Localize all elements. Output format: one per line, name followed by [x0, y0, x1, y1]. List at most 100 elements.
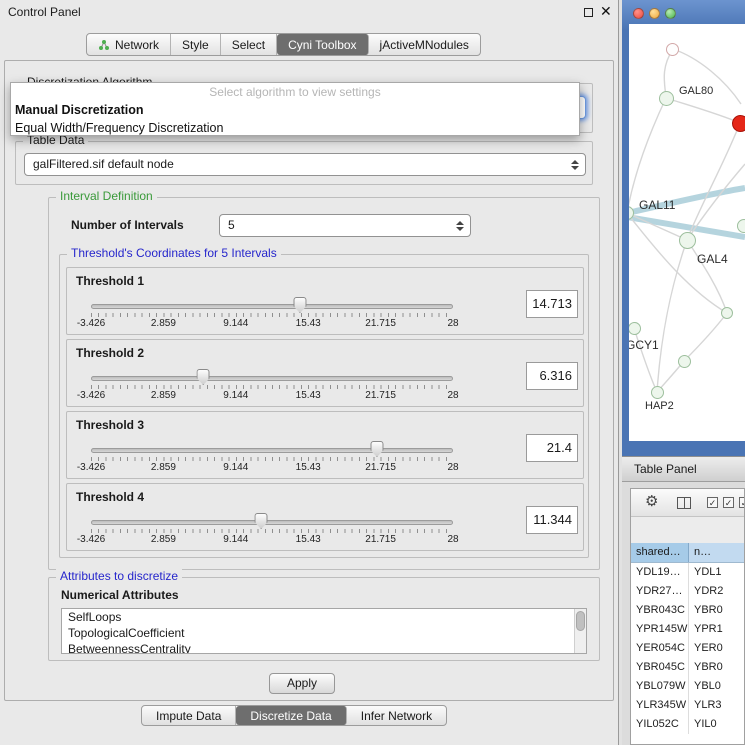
checkbox-icon[interactable]: ✓: [707, 497, 718, 508]
slider-track[interactable]: [91, 376, 453, 381]
cell[interactable]: YDL1: [689, 563, 744, 582]
list-scrollbar[interactable]: [574, 609, 586, 653]
tick-label: 28: [447, 462, 458, 473]
algorithm-dropdown-popup: Select algorithm to view settings Manual…: [10, 82, 580, 136]
cell[interactable]: YER0: [689, 639, 744, 658]
network-canvas[interactable]: GAL80 GAL11 GAL4 GCY1 HAP2: [629, 24, 745, 441]
list-item[interactable]: BetweennessCentrality: [62, 641, 586, 654]
tab-network[interactable]: Network: [87, 34, 171, 55]
column-header-name[interactable]: n…: [689, 543, 744, 562]
network-node-hap2[interactable]: [651, 386, 664, 399]
float-window-icon[interactable]: [584, 8, 593, 17]
cell[interactable]: YLR345W: [631, 696, 689, 715]
network-node[interactable]: [666, 43, 679, 56]
table-row[interactable]: YDR27…YDR2: [631, 582, 744, 601]
cyni-toolbox-content: Discretization Algorithm Table Data galF…: [4, 60, 614, 701]
table-panel-title: Table Panel: [622, 456, 745, 482]
slider-thumb[interactable]: [197, 369, 210, 385]
number-of-intervals-combo[interactable]: 5: [219, 214, 471, 237]
slider-track[interactable]: [91, 520, 453, 525]
slider-track[interactable]: [91, 448, 453, 453]
cell[interactable]: YDR27…: [631, 582, 689, 601]
table-row[interactable]: YBL079WYBL0: [631, 677, 744, 696]
slider-track[interactable]: [91, 304, 453, 309]
table-row[interactable]: YER054CYER0: [631, 639, 744, 658]
network-node-gal80[interactable]: [659, 91, 674, 106]
cell[interactable]: YBR043C: [631, 601, 689, 620]
cell[interactable]: YBR0: [689, 658, 744, 677]
threshold-3-slider[interactable]: -3.426 2.859 9.144 15.43 21.715 28: [91, 445, 453, 477]
slider-thumb[interactable]: [293, 297, 306, 313]
columns-icon[interactable]: [677, 497, 691, 509]
threshold-2-slider[interactable]: -3.426 2.859 9.144 15.43 21.715 28: [91, 373, 453, 405]
network-node[interactable]: [737, 219, 745, 233]
tab-cyni-toolbox[interactable]: Cyni Toolbox: [277, 34, 368, 55]
slider-ticks: [91, 529, 453, 533]
tab-jactivemnodules[interactable]: jActiveMNodules: [369, 34, 480, 55]
numerical-attributes-list[interactable]: SelfLoops TopologicalCoefficient Between…: [61, 608, 587, 654]
gear-icon[interactable]: ⚙: [645, 493, 658, 511]
threshold-2-value-field[interactable]: 6.316: [526, 362, 578, 390]
close-icon[interactable]: ✕: [600, 3, 612, 20]
tick-label: 28: [447, 534, 458, 545]
dropdown-option-equal-width[interactable]: Equal Width/Frequency Discretization: [11, 119, 579, 137]
tab-discretize-data[interactable]: Discretize Data: [236, 706, 346, 725]
cell[interactable]: YBR045C: [631, 658, 689, 677]
cell[interactable]: YDL19…: [631, 563, 689, 582]
slider-thumb[interactable]: [255, 513, 268, 529]
tick-label: 2.859: [151, 534, 176, 545]
cell[interactable]: YIL052C: [631, 715, 689, 734]
checkbox-icon[interactable]: ✓: [739, 497, 745, 508]
table-row[interactable]: YPR145WYPR1: [631, 620, 744, 639]
threshold-1-label: Threshold 1: [76, 274, 144, 288]
tab-select[interactable]: Select: [221, 34, 277, 55]
table-row[interactable]: YDL19…YDL1: [631, 563, 744, 582]
cell[interactable]: YBR0: [689, 601, 744, 620]
network-view-window: GAL80 GAL11 GAL4 GCY1 HAP2: [622, 0, 745, 456]
threshold-4-value-field[interactable]: 11.344: [526, 506, 578, 534]
threshold-1-value-field[interactable]: 14.713: [526, 290, 578, 318]
scrollbar-thumb[interactable]: [576, 611, 585, 631]
checkbox-icon[interactable]: ✓: [723, 497, 734, 508]
threshold-4-slider[interactable]: -3.426 2.859 9.144 15.43 21.715 28: [91, 517, 453, 549]
list-item[interactable]: SelfLoops: [62, 609, 586, 625]
network-node[interactable]: [678, 355, 691, 368]
slider-tick-labels: -3.426 2.859 9.144 15.43 21.715 28: [91, 318, 453, 330]
threshold-1-slider[interactable]: -3.426 2.859 9.144 15.43 21.715 28: [91, 301, 453, 333]
list-item[interactable]: TopologicalCoefficient: [62, 625, 586, 641]
cell[interactable]: YBL0: [689, 677, 744, 696]
threshold-3-value-field[interactable]: 21.4: [526, 434, 578, 462]
cell[interactable]: YPR145W: [631, 620, 689, 639]
panel-title: Control Panel: [8, 5, 81, 19]
table-row[interactable]: YBR045CYBR0: [631, 658, 744, 677]
number-of-intervals-value: 5: [228, 218, 235, 232]
dropdown-option-manual-discretization[interactable]: Manual Discretization: [11, 101, 579, 119]
node-label-gcy1: GCY1: [629, 338, 659, 352]
apply-button[interactable]: Apply: [269, 673, 335, 694]
mac-minimize-button[interactable]: [649, 8, 660, 19]
tick-label: 21.715: [365, 462, 396, 473]
cell[interactable]: YLR3: [689, 696, 744, 715]
slider-thumb[interactable]: [370, 441, 383, 457]
cell[interactable]: YPR1: [689, 620, 744, 639]
table-data-combo[interactable]: galFiltered.sif default node: [24, 153, 586, 176]
table-row[interactable]: YBR043CYBR0: [631, 601, 744, 620]
tab-impute-data[interactable]: Impute Data: [142, 706, 236, 725]
table-row[interactable]: YIL052CYIL0: [631, 715, 744, 734]
mac-zoom-button[interactable]: [665, 8, 676, 19]
tab-infer-network-label: Infer Network: [361, 709, 432, 723]
tab-style-label: Style: [182, 38, 209, 52]
network-node-gal4[interactable]: [679, 232, 696, 249]
network-node[interactable]: [721, 307, 733, 319]
cell[interactable]: YDR2: [689, 582, 744, 601]
column-header-shared-name[interactable]: shared…: [631, 543, 689, 562]
cell[interactable]: YIL0: [689, 715, 744, 734]
tab-style[interactable]: Style: [171, 34, 221, 55]
network-node-selected-red[interactable]: [732, 115, 745, 132]
cell[interactable]: YER054C: [631, 639, 689, 658]
table-row[interactable]: YLR345WYLR3: [631, 696, 744, 715]
mac-close-button[interactable]: [633, 8, 644, 19]
cell[interactable]: YBL079W: [631, 677, 689, 696]
tab-infer-network[interactable]: Infer Network: [347, 706, 446, 725]
dropdown-placeholder-option[interactable]: Select algorithm to view settings: [11, 85, 579, 101]
